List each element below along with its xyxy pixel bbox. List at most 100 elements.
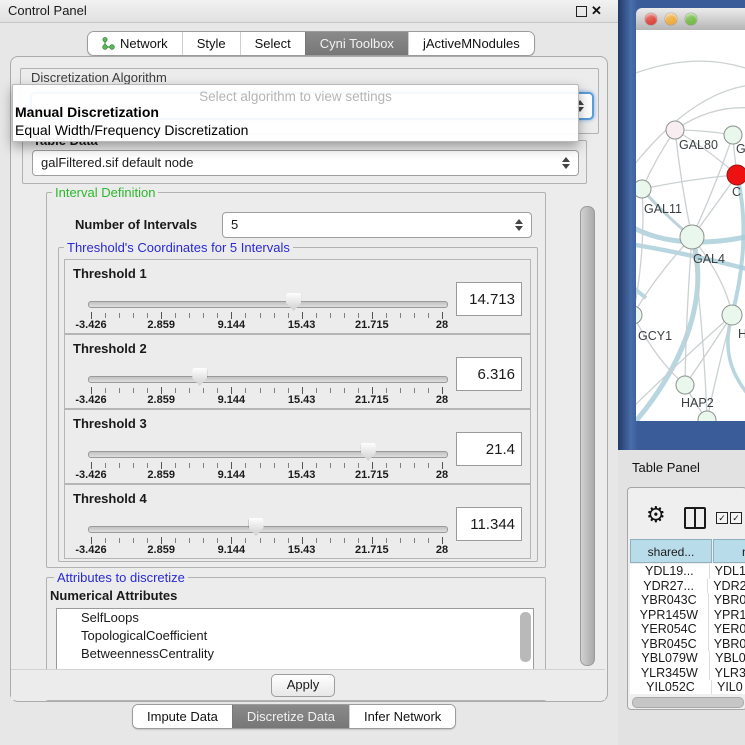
- tab-select[interactable]: Select: [240, 32, 305, 55]
- threshold-label: Threshold 1: [73, 266, 147, 281]
- table-row[interactable]: YDR27...YDR2: [630, 579, 745, 594]
- cell-name: YBR0: [709, 637, 745, 652]
- dropdown-item-equal-width-frequency[interactable]: Equal Width/Frequency Discretization: [15, 122, 248, 138]
- minimize-traffic-light-icon[interactable]: [665, 13, 677, 25]
- tick-mark: [217, 388, 218, 393]
- number-of-intervals-combobox[interactable]: 5: [222, 212, 532, 238]
- threshold-value-field[interactable]: 6.316: [456, 357, 522, 391]
- dropdown-item-manual-discretization[interactable]: Manual Discretization: [15, 104, 159, 120]
- table-row[interactable]: YLR345WYLR3: [630, 666, 745, 681]
- slider-thumb[interactable]: [249, 518, 264, 536]
- table-row[interactable]: YPR145WYPR1: [630, 608, 745, 623]
- tick-label: 2.859: [139, 394, 183, 406]
- bottom-tab-infer-network[interactable]: Infer Network: [349, 705, 455, 728]
- tick-mark: [175, 538, 176, 543]
- list-scrollbar[interactable]: [520, 612, 531, 662]
- tick-mark: [344, 388, 345, 393]
- apply-button[interactable]: Apply: [271, 674, 335, 697]
- combo-arrows-icon: [561, 156, 570, 170]
- panel-scrollbar[interactable]: [577, 188, 596, 696]
- tick-label: 28: [420, 469, 464, 481]
- tick-mark: [400, 463, 401, 468]
- attribute-item[interactable]: BetweennessCentrality: [57, 645, 533, 663]
- slider-thumb[interactable]: [361, 443, 376, 461]
- tick-mark: [231, 387, 232, 394]
- node-label: GCY1: [638, 329, 672, 343]
- tick-mark: [260, 463, 261, 468]
- horizontal-scrollbar-thumb[interactable]: [632, 697, 744, 708]
- tick-mark: [245, 313, 246, 318]
- tick-mark: [161, 462, 162, 469]
- network-node-gal80[interactable]: [666, 121, 684, 139]
- gear-icon[interactable]: ⚙: [646, 502, 666, 528]
- cell-name: YPR1: [709, 608, 745, 623]
- tick-mark: [288, 313, 289, 318]
- network-node-gal11[interactable]: [636, 180, 651, 198]
- threshold-value-field[interactable]: 11.344: [456, 507, 522, 541]
- tick-mark: [428, 538, 429, 543]
- table-row[interactable]: YBR045CYBR0: [630, 637, 745, 652]
- control-panel-header: Control Panel ✕: [0, 0, 618, 23]
- combo-arrows-icon: [514, 218, 523, 232]
- checkbox-icon[interactable]: ✓: [730, 512, 742, 524]
- tick-label: 28: [420, 394, 464, 406]
- tab-style[interactable]: Style: [182, 32, 240, 55]
- float-window-icon[interactable]: [576, 6, 587, 17]
- tick-mark: [302, 312, 303, 319]
- tick-mark: [316, 538, 317, 543]
- threshold-value-field[interactable]: 14.713: [456, 282, 522, 316]
- slider-track[interactable]: [88, 526, 448, 533]
- thresholds-group-title: Threshold's Coordinates for 5 Intervals: [64, 240, 293, 255]
- network-node-gal4[interactable]: [680, 225, 704, 249]
- zoom-traffic-light-icon[interactable]: [685, 13, 697, 25]
- tick-mark: [217, 463, 218, 468]
- tab-label: Network: [120, 36, 168, 51]
- tab-jactivemnodules[interactable]: jActiveMNodules: [408, 32, 534, 55]
- table-row[interactable]: YIL052CYIL0: [630, 680, 745, 694]
- column-header-shared[interactable]: shared...: [630, 539, 712, 563]
- network-node[interactable]: [698, 411, 716, 421]
- tick-mark: [260, 388, 261, 393]
- table-row[interactable]: YDL19...YDL1: [630, 564, 745, 579]
- table-row[interactable]: YBL079WYBL0: [630, 651, 745, 666]
- network-canvas[interactable]: GAL80GACGAL11GAL4GCY1HHAP2: [636, 30, 745, 421]
- tick-label: -3.426: [69, 469, 113, 481]
- panel-scrollbar-thumb[interactable]: [580, 206, 595, 666]
- numerical-attributes-list[interactable]: SelfLoopsTopologicalCoefficientBetweenne…: [56, 608, 534, 670]
- attribute-item[interactable]: SelfLoops: [57, 609, 533, 627]
- tick-mark: [189, 463, 190, 468]
- bottom-tab-bar: Impute DataDiscretize DataInfer Network: [132, 704, 456, 729]
- slider-track[interactable]: [88, 451, 448, 458]
- tab-network[interactable]: Network: [88, 32, 182, 55]
- node-label: GA: [736, 142, 745, 156]
- attribute-item[interactable]: TopologicalCoefficient: [57, 627, 533, 645]
- tick-mark: [316, 388, 317, 393]
- tick-label: 28: [420, 544, 464, 556]
- checkbox-icon[interactable]: ✓: [716, 512, 728, 524]
- interval-definition-title: Interval Definition: [52, 185, 158, 200]
- close-traffic-light-icon[interactable]: [645, 13, 657, 25]
- network-node-c[interactable]: [727, 165, 745, 185]
- close-icon[interactable]: ✕: [591, 3, 602, 19]
- column-header-name[interactable]: na: [713, 539, 745, 563]
- tick-mark: [91, 312, 92, 319]
- slider-thumb[interactable]: [192, 368, 207, 386]
- network-node-h[interactable]: [722, 305, 742, 325]
- tick-mark: [133, 463, 134, 468]
- threshold-value-field[interactable]: 21.4: [456, 432, 522, 466]
- tick-mark: [316, 313, 317, 318]
- network-node-hap2[interactable]: [676, 376, 694, 394]
- slider-track[interactable]: [88, 376, 448, 383]
- network-node-gcy1[interactable]: [636, 306, 642, 324]
- slider-thumb[interactable]: [286, 293, 301, 311]
- split-columns-icon[interactable]: [684, 507, 706, 529]
- table-row[interactable]: YBR043CYBR0: [630, 593, 745, 608]
- table-row[interactable]: YER054CYER0: [630, 622, 745, 637]
- bottom-tab-discretize-data[interactable]: Discretize Data: [232, 705, 349, 728]
- slider-track[interactable]: [88, 301, 448, 308]
- tab-cyni-toolbox[interactable]: Cyni Toolbox: [305, 32, 408, 55]
- threshold-row-2: Threshold 2-3.4262.8599.14415.4321.71528…: [64, 334, 531, 409]
- table-data-combobox[interactable]: galFiltered.sif default node: [32, 150, 579, 176]
- bottom-tab-impute-data[interactable]: Impute Data: [133, 705, 232, 728]
- tick-mark: [302, 462, 303, 469]
